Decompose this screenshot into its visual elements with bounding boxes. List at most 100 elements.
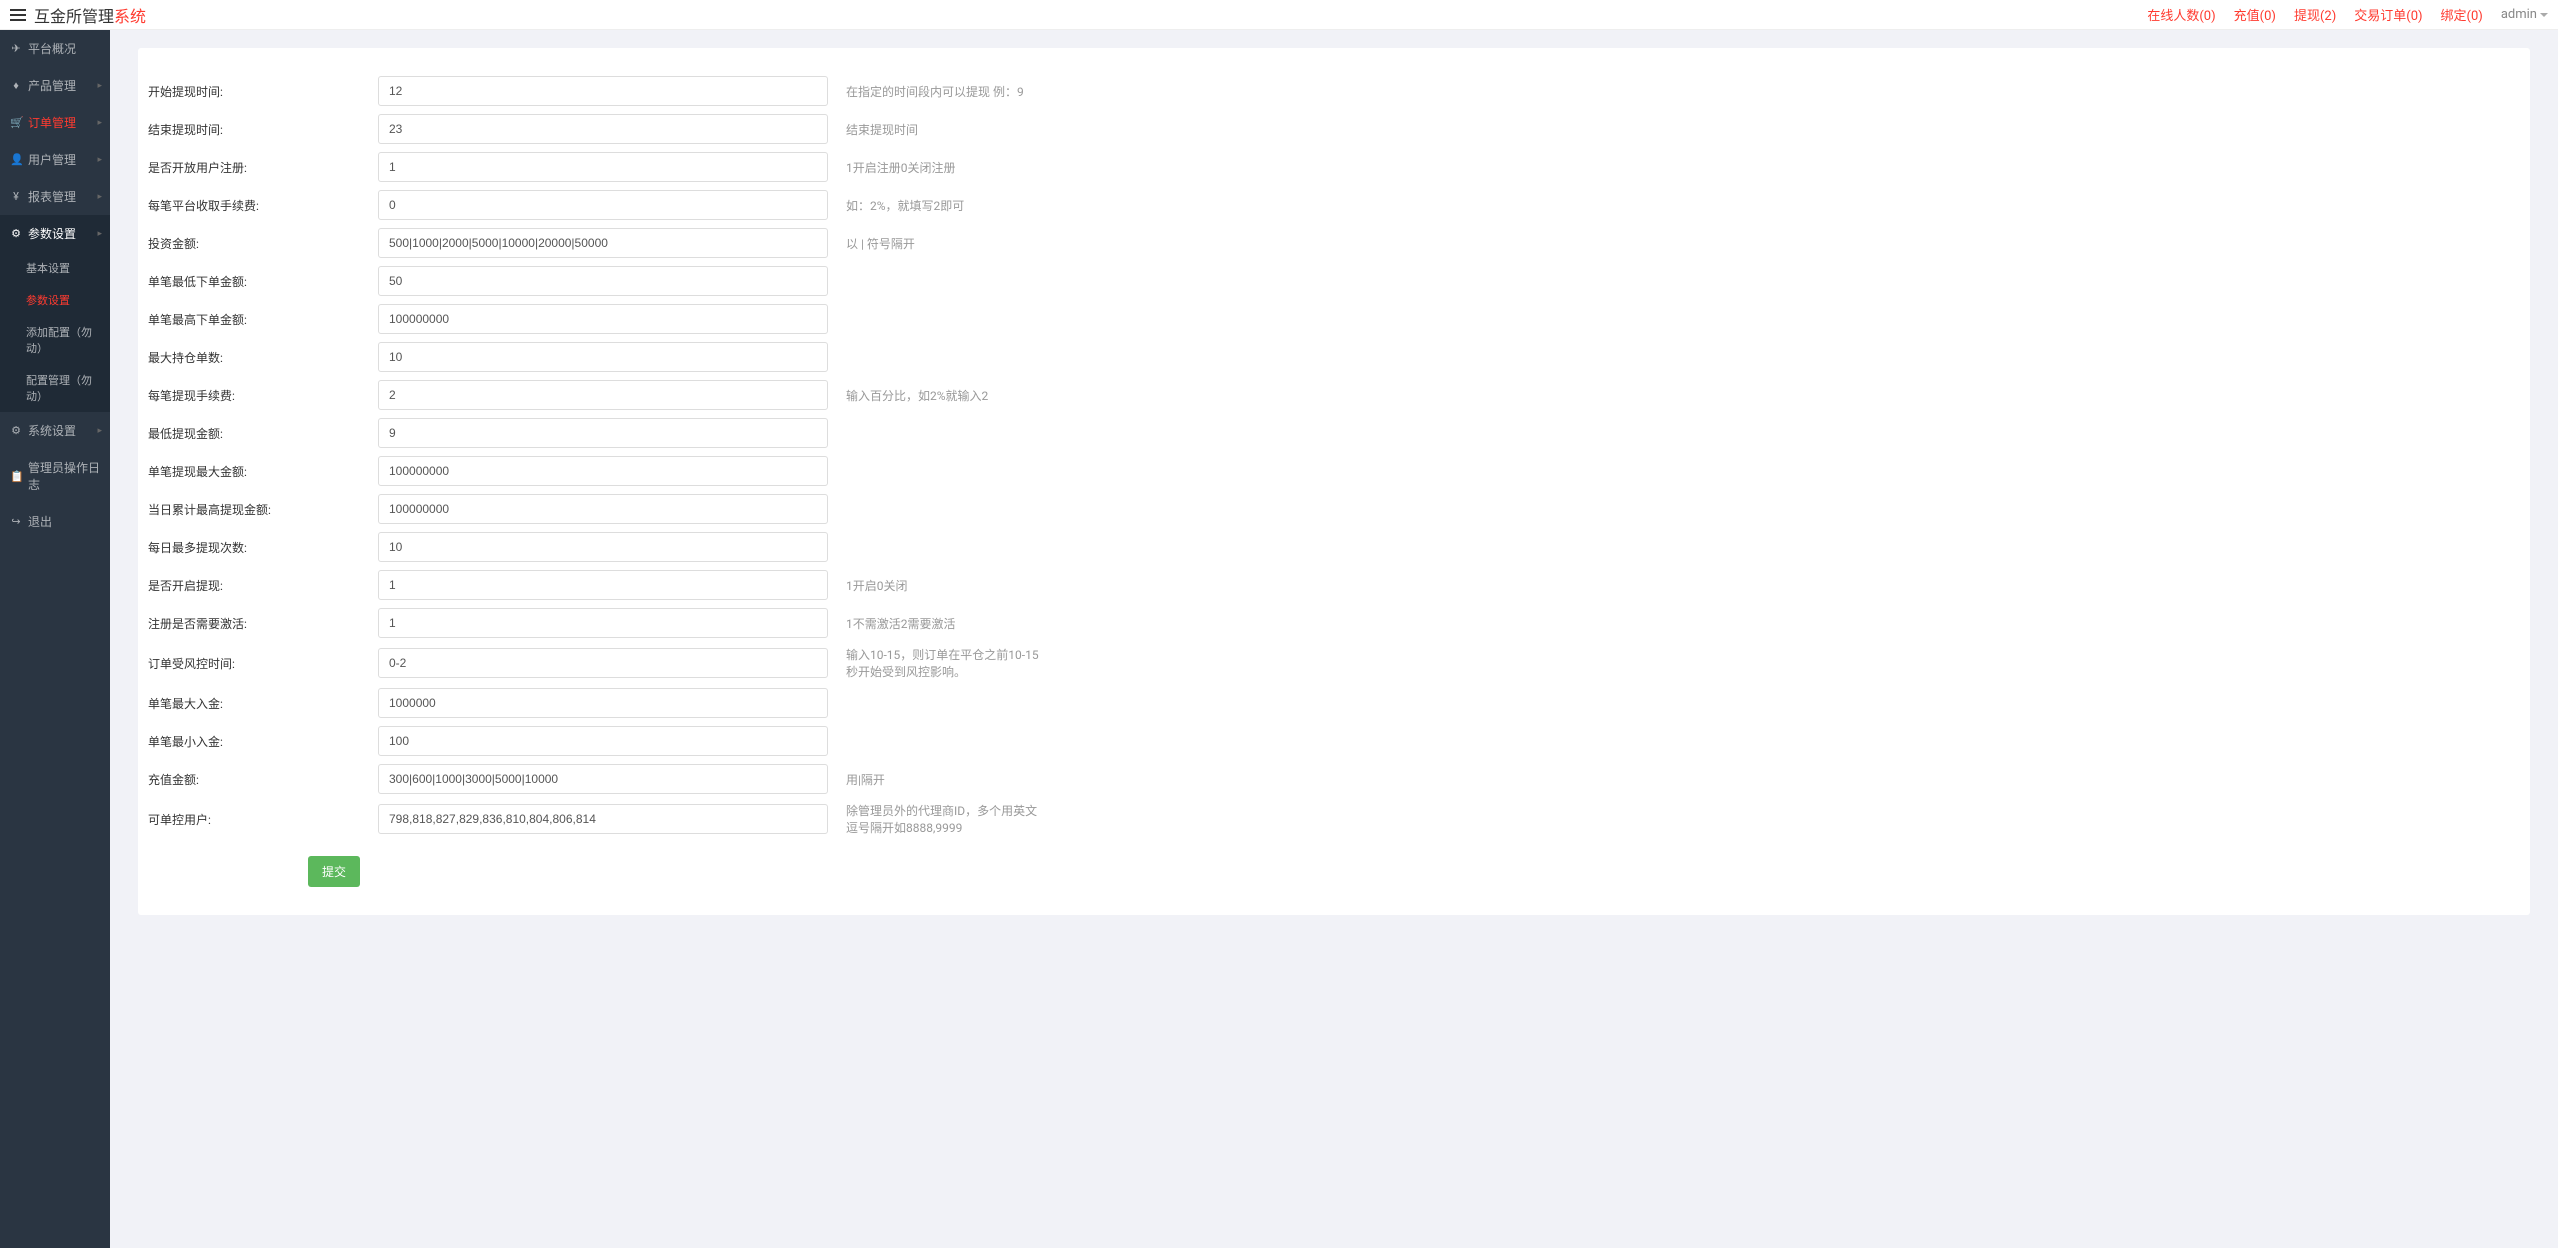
form-row: 投资金额:以 | 符号隔开 bbox=[138, 224, 2530, 262]
form-label: 单笔提现最大金额: bbox=[138, 463, 378, 480]
form-hint: 输入百分比，如2%就输入2 bbox=[828, 387, 988, 404]
form-row: 注册是否需要激活: 1不需激活2需要激活 bbox=[138, 604, 2530, 642]
form-hint: 在指定的时间段内可以提现 例：9 bbox=[828, 83, 1024, 100]
link-orders[interactable]: 交易订单(0) bbox=[2354, 5, 2422, 24]
form-row: 单笔最小入金: bbox=[138, 722, 2530, 760]
form-input-1[interactable] bbox=[378, 114, 828, 144]
form-label: 注册是否需要激活: bbox=[138, 615, 378, 632]
header-links: 在线人数(0) 充值(0) 提现(2) 交易订单(0) 绑定(0) admin bbox=[2147, 5, 2548, 24]
sidebar-item-4[interactable]: ¥报表管理▸ bbox=[0, 178, 110, 215]
sidebar-sub-item-2[interactable]: 添加配置（勿动） bbox=[0, 316, 110, 364]
form-row: 开始提现时间: 在指定的时间段内可以提现 例：9 bbox=[138, 72, 2530, 110]
form-input-7[interactable] bbox=[378, 342, 828, 372]
link-withdraw[interactable]: 提现(2) bbox=[2294, 5, 2336, 24]
sidebar-item-8[interactable]: ↪退出 bbox=[0, 503, 110, 540]
form-input-14[interactable] bbox=[378, 608, 828, 638]
sidebar-icon: 👤 bbox=[10, 153, 22, 166]
chevron-down-icon bbox=[2540, 13, 2548, 17]
form-hint: 用|隔开 bbox=[828, 771, 885, 788]
form-row: 每笔平台收取手续费:如：2%，就填写2即可 bbox=[138, 186, 2530, 224]
sidebar-icon: ↪ bbox=[10, 515, 22, 528]
form-input-5[interactable] bbox=[378, 266, 828, 296]
link-bind[interactable]: 绑定(0) bbox=[2441, 5, 2483, 24]
chevron-right-icon: ▸ bbox=[97, 426, 102, 436]
sidebar-item-1[interactable]: ♦产品管理▸ bbox=[0, 67, 110, 104]
form-row: 单笔最大入金: bbox=[138, 684, 2530, 722]
form-label: 单笔最大入金: bbox=[138, 695, 378, 712]
chevron-right-icon: ▸ bbox=[97, 192, 102, 202]
chevron-right-icon: ▸ bbox=[97, 81, 102, 91]
form-input-11[interactable] bbox=[378, 494, 828, 524]
form-row: 订单受风控时间:输入10-15，则订单在平仓之前10-15秒开始受到风控影响。 bbox=[138, 642, 2530, 684]
form-input-17[interactable] bbox=[378, 726, 828, 756]
sidebar-item-3[interactable]: 👤用户管理▸ bbox=[0, 141, 110, 178]
sidebar-item-7[interactable]: 📋 管理员操作日志 bbox=[0, 449, 110, 503]
link-online-users[interactable]: 在线人数(0) bbox=[2147, 5, 2215, 24]
form-input-15[interactable] bbox=[378, 648, 828, 678]
form-label: 单笔最高下单金额: bbox=[138, 311, 378, 328]
form-label: 单笔最小入金: bbox=[138, 733, 378, 750]
sidebar-item-6[interactable]: ⚙ 系统设置 ▸ bbox=[0, 412, 110, 449]
sidebar-item-5[interactable]: ⚙ 参数设置 ▸ bbox=[0, 215, 110, 252]
sidebar-item-label: 系统设置 bbox=[28, 422, 76, 439]
form-label: 结束提现时间: bbox=[138, 121, 378, 138]
sidebar-icon: ⚙ bbox=[10, 227, 22, 240]
sidebar-icon: ⚙ bbox=[10, 424, 22, 437]
sidebar-item-label: 参数设置 bbox=[28, 225, 76, 242]
form-label: 每日最多提现次数: bbox=[138, 539, 378, 556]
form-label: 可单控用户: bbox=[138, 811, 378, 828]
form-row: 每笔提现手续费:输入百分比，如2%就输入2 bbox=[138, 376, 2530, 414]
brand-title: 互金所管理系统 bbox=[34, 3, 146, 27]
form-label: 订单受风控时间: bbox=[138, 655, 378, 672]
sidebar-item-label: 平台概况 bbox=[28, 40, 76, 57]
form-hint: 1开启注册0关闭注册 bbox=[828, 159, 956, 176]
form-input-10[interactable] bbox=[378, 456, 828, 486]
form-row: 每日最多提现次数: bbox=[138, 528, 2530, 566]
form-input-19[interactable] bbox=[378, 804, 828, 834]
form-hint: 以 | 符号隔开 bbox=[828, 235, 915, 252]
form-row: 最低提现金额: bbox=[138, 414, 2530, 452]
sidebar-item-2[interactable]: 🛒订单管理▸ bbox=[0, 104, 110, 141]
form-label: 每笔平台收取手续费: bbox=[138, 197, 378, 214]
form-label: 是否开放用户注册: bbox=[138, 159, 378, 176]
chevron-right-icon: ▸ bbox=[97, 118, 102, 128]
form-label: 单笔最低下单金额: bbox=[138, 273, 378, 290]
form-input-6[interactable] bbox=[378, 304, 828, 334]
form-input-9[interactable] bbox=[378, 418, 828, 448]
sidebar-item-label: 订单管理 bbox=[28, 114, 76, 131]
form-input-18[interactable] bbox=[378, 764, 828, 794]
form-row: 单笔最低下单金额: bbox=[138, 262, 2530, 300]
form-input-8[interactable] bbox=[378, 380, 828, 410]
form-row: 充值金额: 用|隔开 bbox=[138, 760, 2530, 798]
form-row: 单笔最高下单金额: bbox=[138, 300, 2530, 338]
form-input-4[interactable] bbox=[378, 228, 828, 258]
link-recharge[interactable]: 充值(0) bbox=[2234, 5, 2276, 24]
form-hint: 1开启0关闭 bbox=[828, 577, 908, 594]
form-label: 当日累计最高提现金额: bbox=[138, 501, 378, 518]
form-hint: 1不需激活2需要激活 bbox=[828, 615, 956, 632]
sidebar-icon: 📋 bbox=[10, 470, 22, 483]
form-input-3[interactable] bbox=[378, 190, 828, 220]
form-row: 结束提现时间:结束提现时间 bbox=[138, 110, 2530, 148]
form-input-16[interactable] bbox=[378, 688, 828, 718]
form-input-12[interactable] bbox=[378, 532, 828, 562]
menu-toggle-icon[interactable] bbox=[10, 9, 26, 21]
admin-dropdown[interactable]: admin bbox=[2501, 7, 2548, 22]
sidebar-sub-item-0[interactable]: 基本设置 bbox=[0, 252, 110, 284]
sidebar-sub-item-3[interactable]: 配置管理（勿动） bbox=[0, 364, 110, 412]
sidebar-item-label: 产品管理 bbox=[28, 77, 76, 94]
top-header: 互金所管理系统 在线人数(0) 充值(0) 提现(2) 交易订单(0) 绑定(0… bbox=[0, 0, 2558, 30]
form-input-2[interactable] bbox=[378, 152, 828, 182]
form-input-0[interactable] bbox=[378, 76, 828, 106]
form-label: 充值金额: bbox=[138, 771, 378, 788]
sidebar-item-0[interactable]: ✈ 平台概况 bbox=[0, 30, 110, 67]
sidebar-sub-item-1[interactable]: 参数设置 bbox=[0, 284, 110, 316]
settings-panel: 开始提现时间: 在指定的时间段内可以提现 例：9 结束提现时间:结束提现时间是否开放… bbox=[138, 48, 2530, 915]
sidebar-item-label: 管理员操作日志 bbox=[28, 459, 100, 493]
form-input-13[interactable] bbox=[378, 570, 828, 600]
sidebar-icon: ✈ bbox=[10, 42, 22, 55]
submit-button[interactable]: 提交 bbox=[308, 856, 360, 887]
chevron-right-icon: ▸ bbox=[97, 229, 102, 239]
form-label: 开始提现时间: bbox=[138, 83, 378, 100]
form-row: 当日累计最高提现金额: bbox=[138, 490, 2530, 528]
